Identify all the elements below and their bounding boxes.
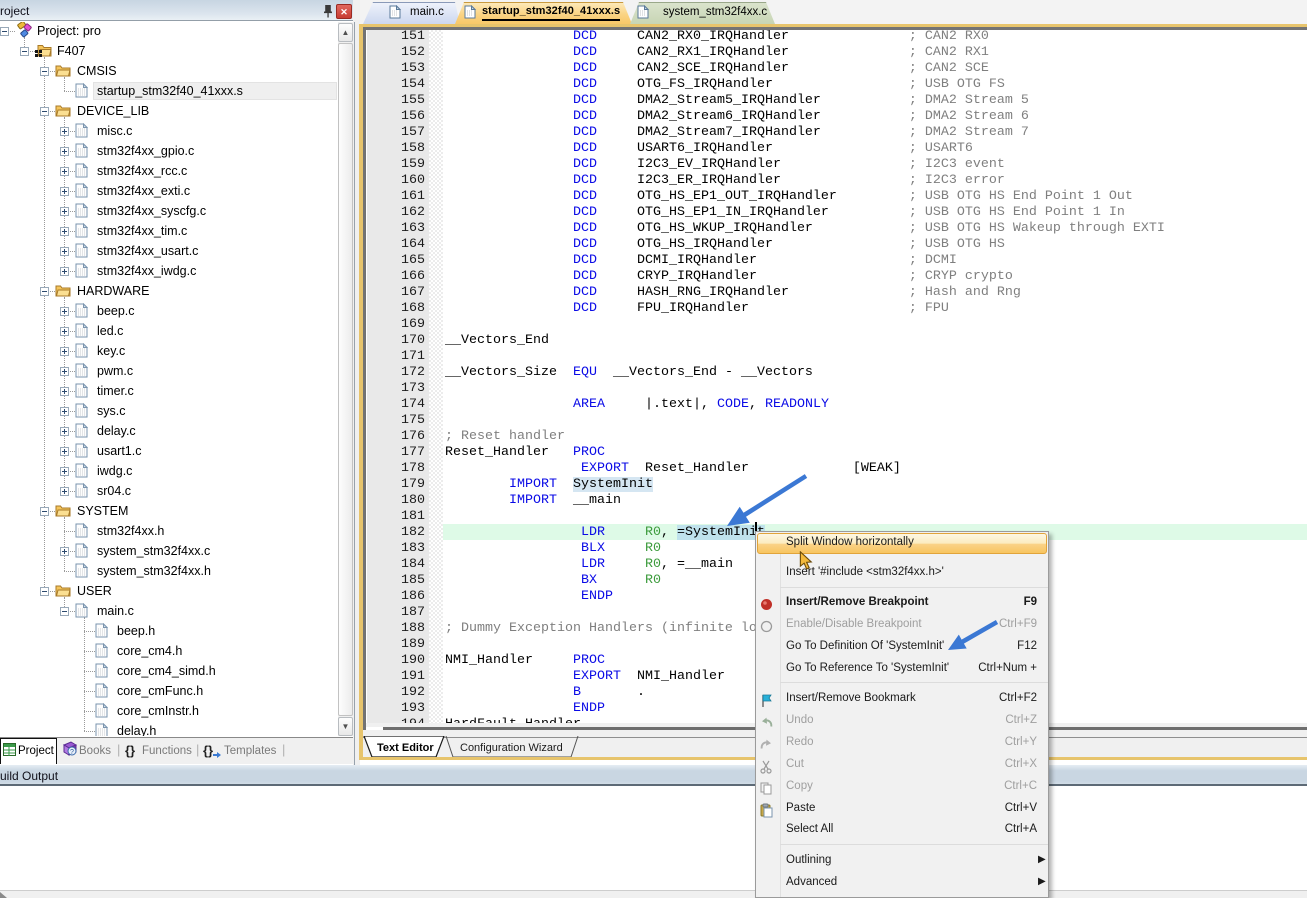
svg-text:Text Editor: Text Editor bbox=[377, 742, 434, 754]
svg-text:Configuration Wizard: Configuration Wizard bbox=[460, 742, 563, 754]
svg-text:?: ? bbox=[70, 749, 74, 756]
